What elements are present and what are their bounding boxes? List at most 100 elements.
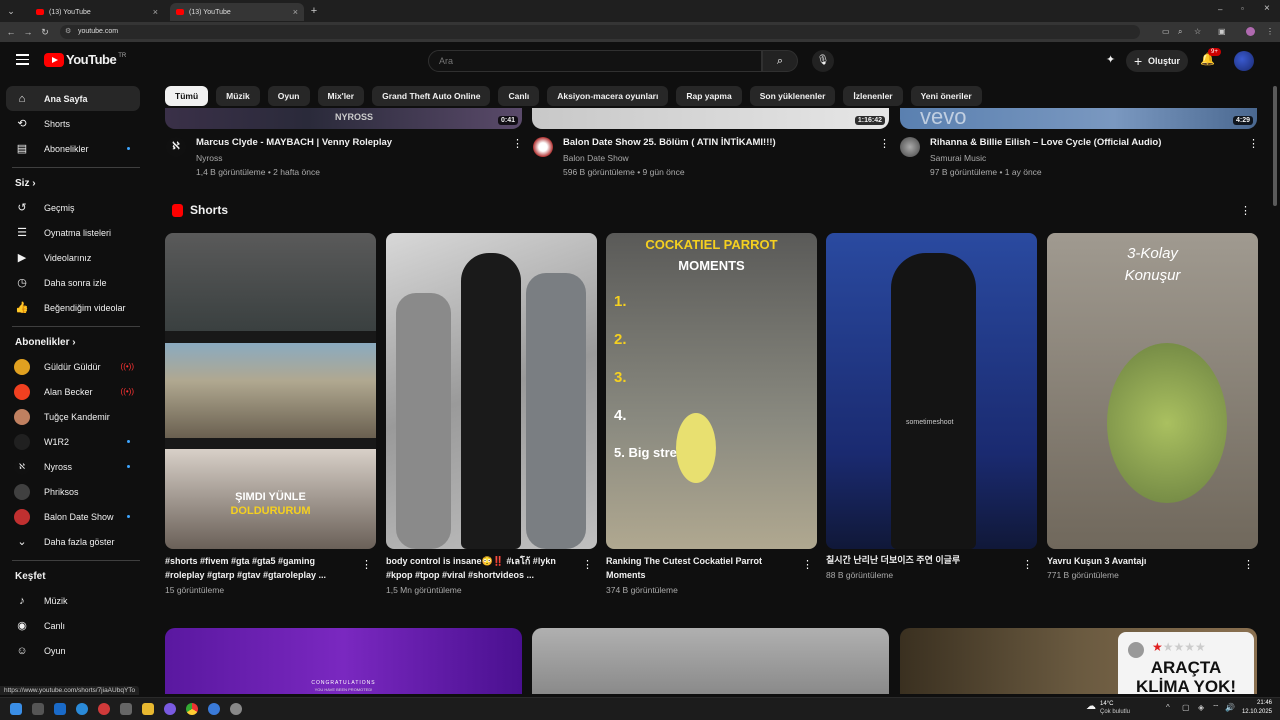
browser-tab[interactable]: (13) YouTube × — [30, 3, 164, 21]
video-title[interactable]: Balon Date Show 25. Bölüm ( ATIN İNTİKAM… — [563, 137, 776, 148]
video-thumbnail[interactable] — [532, 628, 889, 694]
task-view-icon[interactable] — [32, 703, 44, 715]
chip[interactable]: Oyun — [267, 86, 310, 106]
volume-icon[interactable]: 🔊 — [1225, 703, 1235, 712]
tray-icon[interactable]: ◈ — [1198, 703, 1204, 712]
wifi-icon[interactable]: ⌔ — [1212, 703, 1220, 713]
sidebar-item-music[interactable]: ♪ Müzik — [6, 588, 140, 613]
short-thumbnail[interactable]: 3-Kolay Konuşur — [1047, 233, 1258, 549]
back-icon[interactable]: ← — [4, 27, 18, 37]
section-heading-subscriptions[interactable]: Abonelikler › — [15, 337, 150, 348]
sidebar-item-live[interactable]: ◉ Canlı — [6, 613, 140, 638]
close-tab-icon[interactable]: × — [153, 7, 158, 17]
maximize-icon[interactable]: ▫ — [1241, 4, 1244, 13]
extensions-icon[interactable]: ▣ — [1218, 27, 1226, 36]
chip-all[interactable]: Tümü — [165, 86, 209, 106]
sidebar-item-history[interactable]: ↺ Geçmiş — [6, 195, 140, 220]
chip[interactable]: Canlı — [498, 86, 540, 106]
cast-icon[interactable]: ▭ — [1162, 27, 1170, 36]
page-scrollbar[interactable] — [1273, 86, 1277, 206]
app-icon[interactable] — [208, 703, 220, 715]
chip[interactable]: Grand Theft Auto Online — [372, 86, 491, 106]
sidebar-item-gaming[interactable]: ☺ Oyun — [6, 638, 140, 663]
tray-chevron-icon[interactable]: ^ — [1166, 703, 1170, 712]
section-heading-you[interactable]: Siz › — [15, 178, 150, 189]
chip[interactable]: Rap yapma — [676, 86, 742, 106]
sidebar-item-liked-videos[interactable]: 👍 Beğendiğim videolar — [6, 295, 140, 320]
channel-name[interactable]: Nyross — [196, 153, 222, 163]
more-actions-icon[interactable]: ⋮ — [1243, 558, 1254, 571]
app-icon[interactable] — [98, 703, 110, 715]
sidebar-item-playlists[interactable]: ☰ Oynatma listeleri — [6, 220, 140, 245]
search-button[interactable]: ⌕ — [762, 50, 798, 72]
forward-icon[interactable]: → — [21, 27, 35, 37]
sidebar-item-home[interactable]: ⌂ Ana Sayfa — [6, 86, 140, 111]
sidebar-channel-alan-becker[interactable]: Alan Becker ((•)) — [6, 379, 140, 404]
show-more-button[interactable]: ⌄ Daha fazla göster — [6, 529, 140, 554]
close-tab-icon[interactable]: × — [293, 7, 298, 17]
youtube-logo[interactable]: YouTube TR — [44, 52, 126, 67]
more-actions-icon[interactable]: ⋮ — [1248, 137, 1259, 150]
video-thumbnail[interactable]: NYROSS 0:41 — [165, 108, 522, 129]
short-thumbnail[interactable]: sometimeshoot — [826, 233, 1037, 549]
short-thumbnail[interactable]: COCKATIEL PARROT MOMENTS 1. 2. 3. 4. 5. … — [606, 233, 817, 549]
bookmark-star-icon[interactable]: ☆ — [1194, 27, 1201, 36]
sidebar-channel-tugce-kandemir[interactable]: Tuğçe Kandemir — [6, 404, 140, 429]
short-title[interactable]: body control is insane😳‼️ #เลโก้ #lykn #… — [386, 554, 576, 582]
sidebar-item-shorts[interactable]: ⟲ Shorts — [6, 111, 140, 136]
chip[interactable]: Yeni öneriler — [910, 86, 982, 106]
edge-icon[interactable] — [76, 703, 88, 715]
tray-icon[interactable]: ▢ — [1182, 703, 1190, 712]
app-icon[interactable] — [120, 703, 132, 715]
channel-avatar[interactable]: ℵ — [166, 137, 186, 157]
sidebar-item-your-videos[interactable]: ▶ Videolarınız — [6, 245, 140, 270]
shorts-more-icon[interactable]: ⋮ — [1240, 204, 1251, 217]
premium-magic-icon[interactable]: ✦ — [1106, 53, 1115, 66]
video-thumbnail[interactable]: vevo 4:29 — [900, 108, 1257, 129]
create-button[interactable]: + Oluştur — [1126, 50, 1188, 72]
more-actions-icon[interactable]: ⋮ — [361, 558, 372, 571]
short-title[interactable]: Ranking The Cutest Cockatiel Parrot Mome… — [606, 554, 796, 582]
reload-icon[interactable]: ↻ — [38, 27, 52, 38]
short-title[interactable]: 칠시간 난리난 더보이즈 주연 이글루 — [826, 553, 1016, 567]
voice-search-button[interactable]: 🎙 — [812, 50, 834, 72]
tab-search-icon[interactable]: ⌄ — [4, 6, 18, 17]
file-explorer-icon[interactable] — [142, 703, 154, 715]
account-avatar[interactable] — [1234, 51, 1254, 71]
windows-start-icon[interactable] — [10, 703, 22, 715]
minimize-icon[interactable]: – — [1218, 5, 1222, 14]
channel-name[interactable]: Samurai Music — [930, 153, 986, 163]
site-info-icon[interactable]: ⚙ — [65, 25, 71, 39]
channel-name[interactable]: Balon Date Show — [563, 153, 629, 163]
profile-icon[interactable] — [1246, 27, 1255, 36]
clock-date[interactable]: 12.10.2025 — [1238, 709, 1272, 715]
sidebar-channel-guldur-guldur[interactable]: Güldür Güldür ((•)) — [6, 354, 140, 379]
more-actions-icon[interactable]: ⋮ — [1022, 558, 1033, 571]
sidebar-channel-phriksos[interactable]: Phriksos — [6, 479, 140, 504]
new-tab-button[interactable]: + — [307, 5, 321, 17]
video-thumbnail[interactable]: CONGRATULATIONS YOU HAVE BEEN PROMOTED! — [165, 628, 522, 694]
video-thumbnail[interactable]: ★★★★★ ARAÇTA KLİMA YOK! — [900, 628, 1257, 694]
chrome-icon[interactable] — [186, 703, 198, 715]
short-thumbnail[interactable]: ŞIMDI YÜNLE DOLDURURUM — [165, 233, 376, 549]
sidebar-item-watch-later[interactable]: ◷ Daha sonra izle — [6, 270, 140, 295]
more-actions-icon[interactable]: ⋮ — [802, 558, 813, 571]
sidebar-channel-w1r2[interactable]: W1R2 — [6, 429, 140, 454]
browser-tab-active[interactable]: (13) YouTube × — [170, 3, 304, 21]
channel-avatar[interactable] — [900, 137, 920, 157]
video-title[interactable]: Marcus Clyde - MAYBACH | Venny Roleplay — [196, 137, 392, 148]
close-window-icon[interactable]: × — [1264, 3, 1270, 14]
outlook-icon[interactable] — [54, 703, 66, 715]
zoom-icon[interactable]: ⌕ — [1178, 27, 1182, 37]
sidebar-item-subscriptions[interactable]: ▤ Abonelikler — [6, 136, 140, 161]
search-input[interactable] — [428, 50, 762, 72]
browser-menu-icon[interactable]: ⋮ — [1266, 27, 1274, 36]
address-bar[interactable]: ⚙ youtube.com — [60, 25, 1140, 39]
app-icon[interactable] — [164, 703, 176, 715]
channel-avatar[interactable] — [533, 137, 553, 157]
chip[interactable]: Aksiyon-macera oyunları — [547, 86, 669, 106]
clock-time[interactable]: 21:46 — [1248, 700, 1272, 706]
more-actions-icon[interactable]: ⋮ — [512, 137, 523, 150]
chip[interactable]: İzlenenler — [843, 86, 903, 106]
video-title[interactable]: Rihanna & Billie Eilish – Love Cycle (Of… — [930, 137, 1161, 148]
